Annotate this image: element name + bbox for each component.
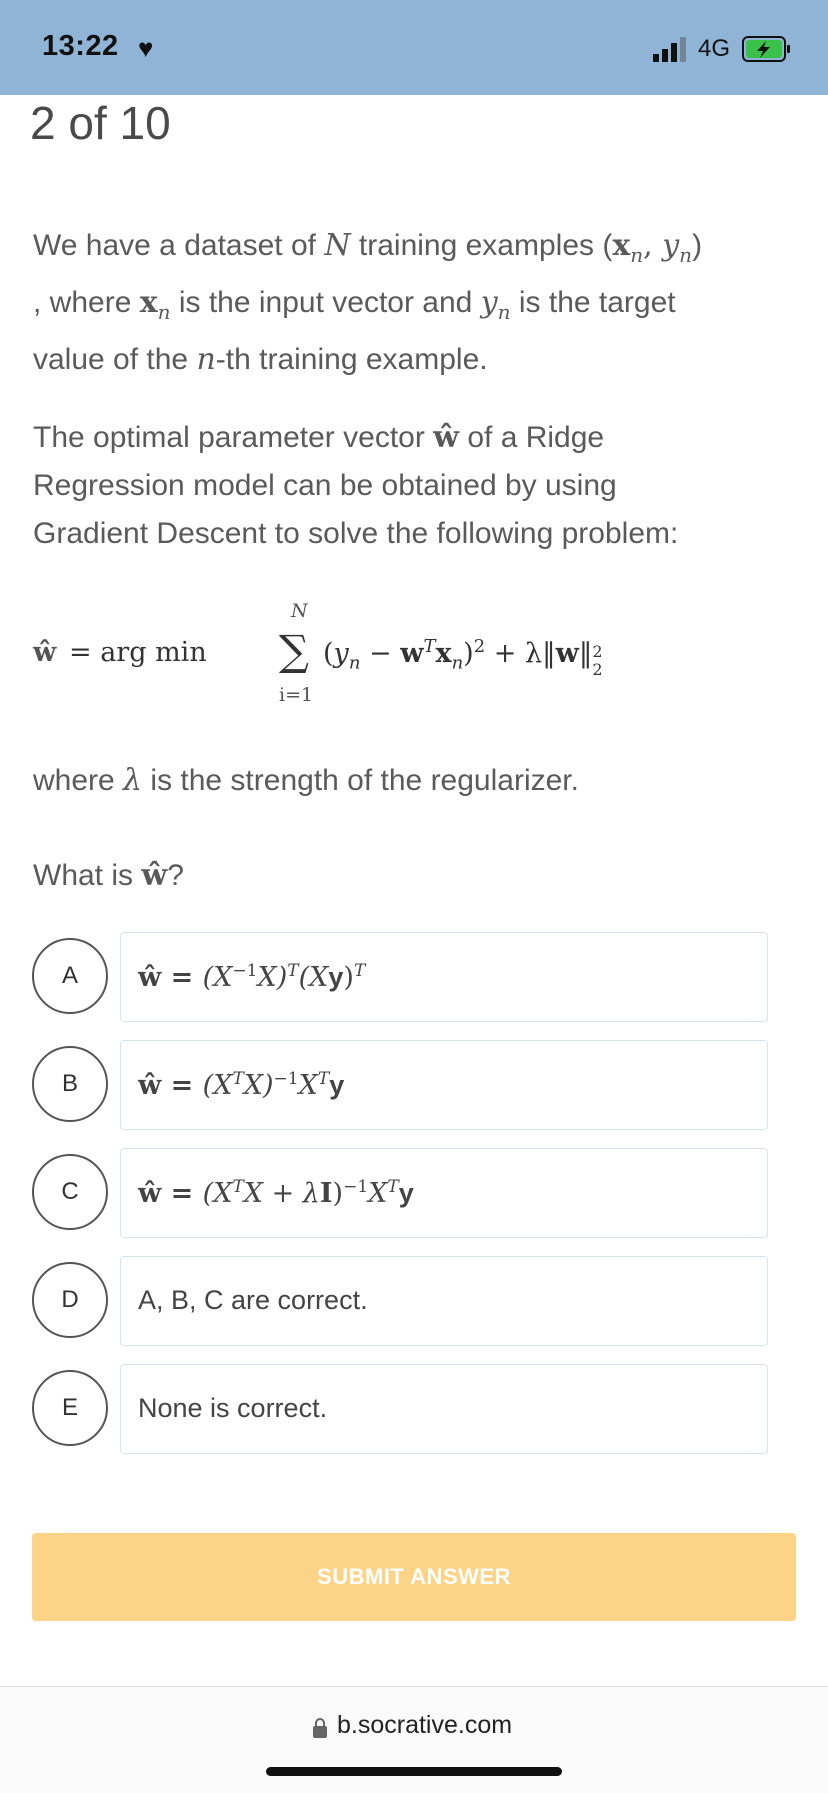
option-box[interactable]: None is correct. <box>120 1364 768 1454</box>
lock-icon <box>313 1718 327 1738</box>
question-intro: We have a dataset of N training examples… <box>33 228 703 377</box>
option-letter[interactable]: E <box>32 1370 108 1446</box>
option-text: A, B, C are correct. <box>138 1285 368 1315</box>
browser-url-bar[interactable]: b.socrative.com <box>0 1686 828 1793</box>
home-indicator[interactable] <box>266 1767 562 1776</box>
option-formula: ŵ = (XTX)−1XTy <box>138 1069 345 1101</box>
ridge-objective-formula: ŵ = arg min N ∑ i=1 (yn − wTxn)2 + λ‖w‖ 2… <box>33 600 603 706</box>
option-letter[interactable]: B <box>32 1046 108 1122</box>
question-progress: 2 of 10 <box>30 97 171 149</box>
url-text: b.socrative.com <box>337 1711 513 1739</box>
option-text: None is correct. <box>138 1393 328 1423</box>
question-prompt: What is ŵ? <box>33 858 184 893</box>
option-box[interactable]: ŵ = (XTX + λI)−1XTy <box>120 1148 768 1238</box>
answer-option-a[interactable]: A ŵ = (X−1X)T(Xy)T <box>32 932 768 1022</box>
answer-option-e[interactable]: E None is correct. <box>32 1364 768 1454</box>
status-bar: 13:22 ♥ 4G <box>0 0 828 95</box>
heart-icon: ♥ <box>138 33 154 63</box>
submit-answer-button[interactable]: SUBMIT ANSWER <box>32 1533 796 1621</box>
option-letter[interactable]: C <box>32 1154 108 1230</box>
battery-charging-icon <box>742 36 790 62</box>
status-time: 13:22 <box>42 30 119 62</box>
option-box[interactable]: ŵ = (XTX)−1XTy <box>120 1040 768 1130</box>
question-ridge-description: The optimal parameter vector ŵ of a Ridg… <box>33 420 679 550</box>
signal-icon <box>653 37 686 62</box>
option-box[interactable]: A, B, C are correct. <box>120 1256 768 1346</box>
option-letter[interactable]: D <box>32 1262 108 1338</box>
option-formula: ŵ = (X−1X)T(Xy)T <box>138 961 366 993</box>
option-letter[interactable]: A <box>32 938 108 1014</box>
regularizer-note: where λ is the strength of the regulariz… <box>33 763 579 798</box>
option-formula: ŵ = (XTX + λI)−1XTy <box>138 1177 414 1209</box>
answer-option-d[interactable]: D A, B, C are correct. <box>32 1256 768 1346</box>
answer-option-b[interactable]: B ŵ = (XTX)−1XTy <box>32 1040 768 1130</box>
answer-option-c[interactable]: C ŵ = (XTX + λI)−1XTy <box>32 1148 768 1238</box>
option-box[interactable]: ŵ = (X−1X)T(Xy)T <box>120 932 768 1022</box>
network-type: 4G <box>698 35 731 62</box>
